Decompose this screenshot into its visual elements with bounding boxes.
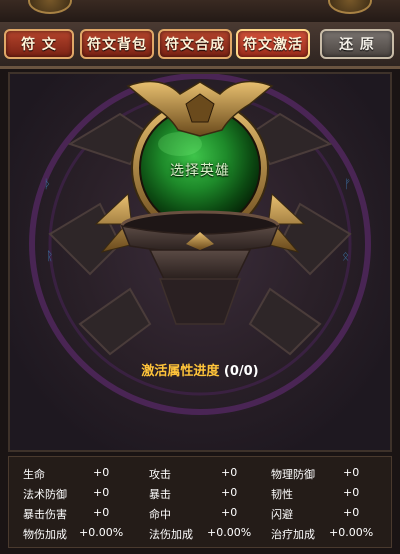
reset-button[interactable]: 还 原: [320, 29, 394, 59]
frame-ornament-left: [28, 0, 72, 14]
tab-bar: 符 文 符文背包 符文合成 符文激活 还 原: [0, 22, 400, 69]
stat-hit: 命中 +0: [149, 506, 238, 521]
stat-magic-damage-bonus: 法伤加成 +0.00%: [149, 526, 252, 541]
tab-rune-activate[interactable]: 符文激活: [236, 29, 310, 59]
top-bar: [0, 0, 400, 24]
stat-physical-damage-bonus: 物伤加成 +0.00%: [23, 526, 124, 541]
stat-magic-defense: 法术防御 +0: [23, 486, 110, 501]
stat-hp: 生命 +0: [23, 466, 110, 481]
select-hero-label[interactable]: 选择英雄: [10, 160, 390, 180]
stat-healing-bonus: 治疗加成 +0.00%: [271, 526, 374, 541]
activation-progress-value: (0/0): [223, 364, 259, 379]
altar-artwork: ᚦ ᚱ ᚠ ᛟ: [29, 74, 371, 415]
stat-crit-damage: 暴击伤害 +0: [23, 506, 110, 521]
activation-progress-label: 激活属性进度: [141, 364, 220, 379]
stat-attack: 攻击 +0: [149, 466, 238, 481]
activation-progress: 激活属性进度 (0/0): [10, 360, 390, 379]
svg-text:ᚱ: ᚱ: [46, 249, 53, 263]
stats-panel: 生命 +0 攻击 +0 物理防御 +0 法术防御 +0 暴击 +0 韧性 +0 暴击伤害 +0…: [8, 456, 392, 548]
frame-ornament-right: [328, 0, 372, 14]
stat-dodge: 闪避 +0: [271, 506, 360, 521]
tab-rune[interactable]: 符 文: [4, 29, 74, 59]
stat-physical-defense: 物理防御 +0: [271, 466, 360, 481]
tab-rune-bag[interactable]: 符文背包: [80, 29, 154, 59]
stat-tenacity: 韧性 +0: [271, 486, 360, 501]
tab-rune-synthesis[interactable]: 符文合成: [158, 29, 232, 59]
rune-activation-stage: ᚦ ᚱ ᚠ ᛟ 选择英雄 激活属性进度 (0/0): [8, 72, 392, 452]
svg-text:ᛟ: ᛟ: [342, 249, 349, 263]
stat-crit: 暴击 +0: [149, 486, 238, 501]
